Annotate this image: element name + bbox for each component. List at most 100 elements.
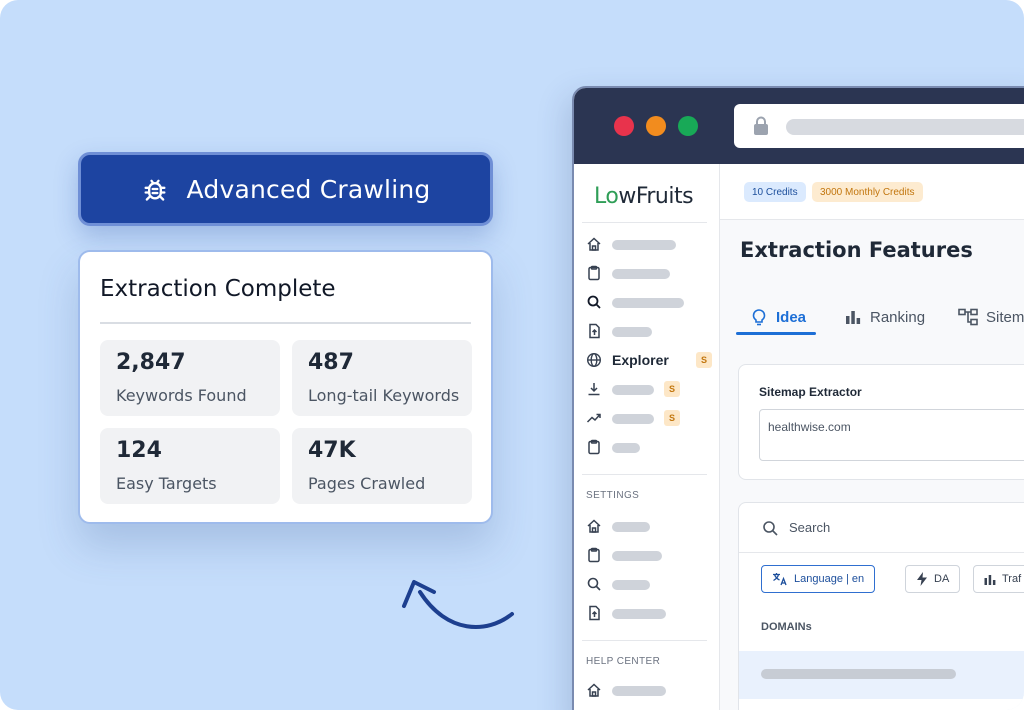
card-title: Extraction Complete	[100, 276, 336, 302]
download-icon	[588, 383, 600, 396]
credits-chip: 10 Credits	[744, 182, 806, 202]
browser-titlebar	[574, 88, 1024, 164]
plan-badge: S	[664, 381, 680, 397]
nav-label-placeholder	[612, 327, 652, 337]
extraction-result-card: Extraction Complete 2,847 Keywords Found…	[78, 250, 493, 524]
sidebar-item-explorer[interactable]: Explorer S	[586, 350, 714, 372]
settings-heading: SETTINGS	[586, 490, 640, 501]
stat-label: Pages Crawled	[308, 474, 426, 493]
search-placeholder: Search	[789, 520, 831, 535]
tab-idea[interactable]: Idea	[750, 302, 806, 332]
nav-label-placeholder	[612, 414, 654, 424]
address-bar[interactable]	[734, 104, 1024, 148]
monthly-credits-chip: 3000 Monthly Credits	[812, 182, 923, 202]
traffic-filter-label: Traf	[1002, 573, 1022, 585]
sidebar-item-home[interactable]	[586, 234, 714, 256]
stat-easy-targets: 124 Easy Targets	[100, 428, 280, 504]
nav-label-placeholder	[612, 240, 676, 250]
home-icon	[587, 683, 601, 697]
language-filter-button[interactable]: Language | en	[761, 565, 876, 593]
clipboard-icon	[588, 265, 600, 281]
card-divider	[100, 322, 471, 324]
search-icon	[763, 521, 778, 536]
search-icon	[587, 577, 601, 591]
stat-pages-crawled: 47K Pages Crawled	[292, 428, 472, 504]
nav-label-placeholder	[612, 609, 666, 619]
minimize-window-icon[interactable]	[646, 116, 666, 136]
page-title: Extraction Features	[740, 238, 973, 262]
tab-label: Idea	[776, 308, 807, 326]
bar-chart-icon	[984, 575, 996, 585]
da-filter-label: DA	[934, 573, 950, 585]
tab-ranking[interactable]: Ranking	[844, 302, 925, 332]
curved-arrow-icon	[402, 580, 514, 629]
nav-label-placeholder	[612, 686, 666, 696]
stat-value: 124	[116, 438, 162, 463]
nav-label-placeholder	[612, 385, 654, 395]
traffic-filter-button[interactable]: Traf	[973, 565, 1024, 593]
sidebar-item-settings-upload[interactable]	[586, 603, 714, 625]
nav-label-placeholder	[612, 522, 650, 532]
sidebar-divider	[582, 474, 707, 475]
file-upload-icon	[589, 605, 600, 621]
stat-label: Easy Targets	[116, 474, 217, 493]
tab-sitemap[interactable]: Sitem	[958, 302, 1024, 332]
nav-label-placeholder	[612, 443, 640, 453]
plan-badge: S	[696, 352, 712, 368]
search-icon	[587, 295, 601, 309]
app-main: 10 Credits 3000 Monthly Credits Extracti…	[720, 164, 1024, 710]
home-icon	[587, 237, 601, 251]
tab-label: Ranking	[870, 308, 926, 326]
sidebar-divider	[582, 222, 707, 223]
sidebar-divider	[582, 640, 707, 641]
browser-window: LowFruits Explorer S S S SETTINGS HELP C…	[572, 86, 1024, 710]
domains-column-header[interactable]: DOMAINs	[761, 621, 812, 633]
sidebar-item-settings-clipboard[interactable]	[586, 545, 714, 567]
promo-canvas: Advanced Crawling Extraction Complete 2,…	[0, 0, 1024, 710]
active-tab-indicator	[736, 332, 816, 335]
tab-label: Sitem	[986, 308, 1024, 326]
help-center-heading: HELP CENTER	[586, 656, 661, 667]
stat-label: Keywords Found	[116, 386, 247, 405]
maximize-window-icon[interactable]	[678, 116, 698, 136]
stat-value: 47K	[308, 438, 356, 463]
sitemap-extractor-label: Sitemap Extractor	[759, 385, 862, 399]
explorer-label: Explorer	[612, 352, 669, 368]
stat-label: Long-tail Keywords	[308, 386, 460, 405]
trending-up-icon	[586, 413, 601, 423]
stat-value: 487	[308, 350, 354, 375]
lightning-icon	[917, 572, 927, 586]
sitemap-extractor-panel: Sitemap Extractor healthwise.com	[738, 364, 1024, 480]
sidebar-item-help-home[interactable]	[586, 680, 714, 702]
sidebar-item-search[interactable]	[586, 292, 714, 314]
sidebar-item-upload[interactable]	[586, 321, 714, 343]
sidebar-item-settings-home[interactable]	[586, 516, 714, 538]
home-icon	[587, 519, 601, 533]
close-window-icon[interactable]	[614, 116, 634, 136]
language-filter-label: Language | en	[794, 573, 865, 585]
app-sidebar: LowFruits Explorer S S S SETTINGS HELP C…	[574, 164, 720, 710]
nav-label-placeholder	[612, 269, 670, 279]
table-row[interactable]	[739, 651, 1024, 699]
stat-keywords-found: 2,847 Keywords Found	[100, 340, 280, 416]
sidebar-item-clipboard-2[interactable]	[586, 437, 714, 459]
plan-badge: S	[664, 410, 680, 426]
translate-icon	[773, 573, 787, 586]
search-bar[interactable]: Search	[739, 503, 1024, 553]
lowfruits-logo: LowFruits	[594, 184, 694, 209]
clipboard-icon	[588, 439, 600, 455]
sidebar-item-download[interactable]: S	[586, 379, 714, 401]
nav-label-placeholder	[612, 298, 684, 308]
lock-icon	[754, 116, 768, 135]
sidebar-item-settings-search[interactable]	[586, 574, 714, 596]
sidebar-item-trends[interactable]: S	[586, 408, 714, 430]
stat-long-tail-keywords: 487 Long-tail Keywords	[292, 340, 472, 416]
da-filter-button[interactable]: DA	[905, 565, 961, 593]
sitemap-url-field[interactable]: healthwise.com	[759, 409, 1024, 461]
sitemap-icon	[958, 308, 978, 326]
advanced-crawling-badge: Advanced Crawling	[78, 152, 493, 226]
nav-label-placeholder	[612, 551, 662, 561]
feature-label: Advanced Crawling	[186, 174, 431, 204]
bug-icon	[144, 179, 166, 201]
sidebar-item-clipboard[interactable]	[586, 263, 714, 285]
